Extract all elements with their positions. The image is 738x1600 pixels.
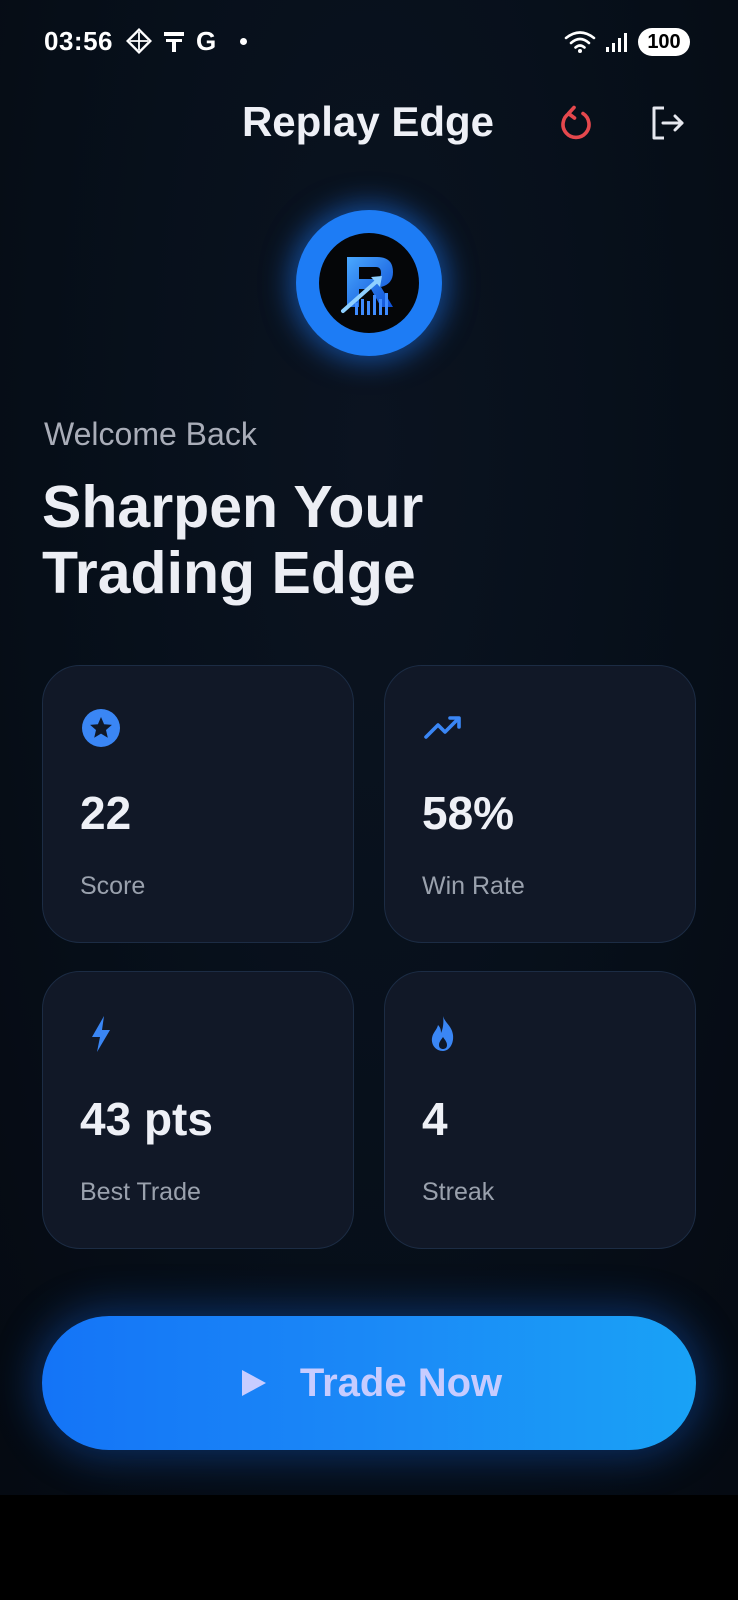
stat-label: Score	[80, 872, 146, 900]
refresh-icon	[561, 105, 591, 140]
stat-label: Best Trade	[80, 1178, 201, 1206]
logout-icon	[652, 106, 684, 140]
logout-button[interactable]	[646, 101, 690, 145]
refresh-button[interactable]	[554, 102, 598, 146]
app-logo	[296, 210, 442, 356]
trending-up-icon	[421, 706, 465, 750]
home-screen: 03:56 G 100 Replay Edge Welcome Back Sha…	[0, 0, 738, 1495]
headline-line-2: Trading Edge	[42, 540, 416, 606]
stat-card-score: 22 Score	[42, 665, 354, 943]
more-notifications-dot	[240, 37, 248, 45]
stat-label: Win Rate	[422, 872, 525, 900]
lightning-icon	[79, 1012, 123, 1056]
notification-icons: G	[126, 26, 248, 56]
stat-value: 58%	[422, 787, 515, 839]
navigation-bar-area	[0, 1495, 738, 1600]
stat-card-best-trade: 43 pts Best Trade	[42, 971, 354, 1249]
stat-card-win-rate: 58% Win Rate	[384, 665, 696, 943]
play-icon	[241, 1370, 266, 1396]
stats-grid: 22 Score 58% Win Rate 43 pts Best Trade	[42, 665, 696, 1249]
stat-value: 22	[80, 787, 132, 839]
flame-icon	[421, 1012, 465, 1056]
trade-now-label: Trade Now	[299, 1360, 503, 1405]
google-icon: G	[196, 26, 217, 56]
stat-card-streak: 4 Streak	[384, 971, 696, 1249]
diamond-grid-icon	[126, 28, 152, 54]
signal-icon	[606, 33, 627, 52]
t-logo-icon	[164, 32, 184, 52]
stat-label: Streak	[422, 1178, 495, 1206]
star-icon	[79, 706, 123, 750]
headline-line-1: Sharpen Your	[42, 474, 424, 540]
wifi-icon	[564, 31, 596, 53]
logo-inner	[319, 233, 419, 333]
headline: Sharpen Your Trading Edge	[42, 474, 642, 606]
welcome-subtitle: Welcome Back	[44, 416, 257, 452]
battery-indicator: 100	[638, 28, 690, 56]
trade-now-button[interactable]: Trade Now	[42, 1316, 696, 1450]
status-bar: 03:56 G 100	[0, 0, 738, 90]
stat-value: 43 pts	[80, 1093, 213, 1145]
stat-value: 4	[422, 1093, 448, 1145]
trading-r-logo-icon	[341, 257, 393, 315]
app-title-text: Replay Edge	[241, 98, 495, 145]
status-time: 03:56	[44, 26, 113, 56]
app-title: Replay Edge	[0, 98, 738, 146]
system-icons: 100	[564, 28, 690, 56]
